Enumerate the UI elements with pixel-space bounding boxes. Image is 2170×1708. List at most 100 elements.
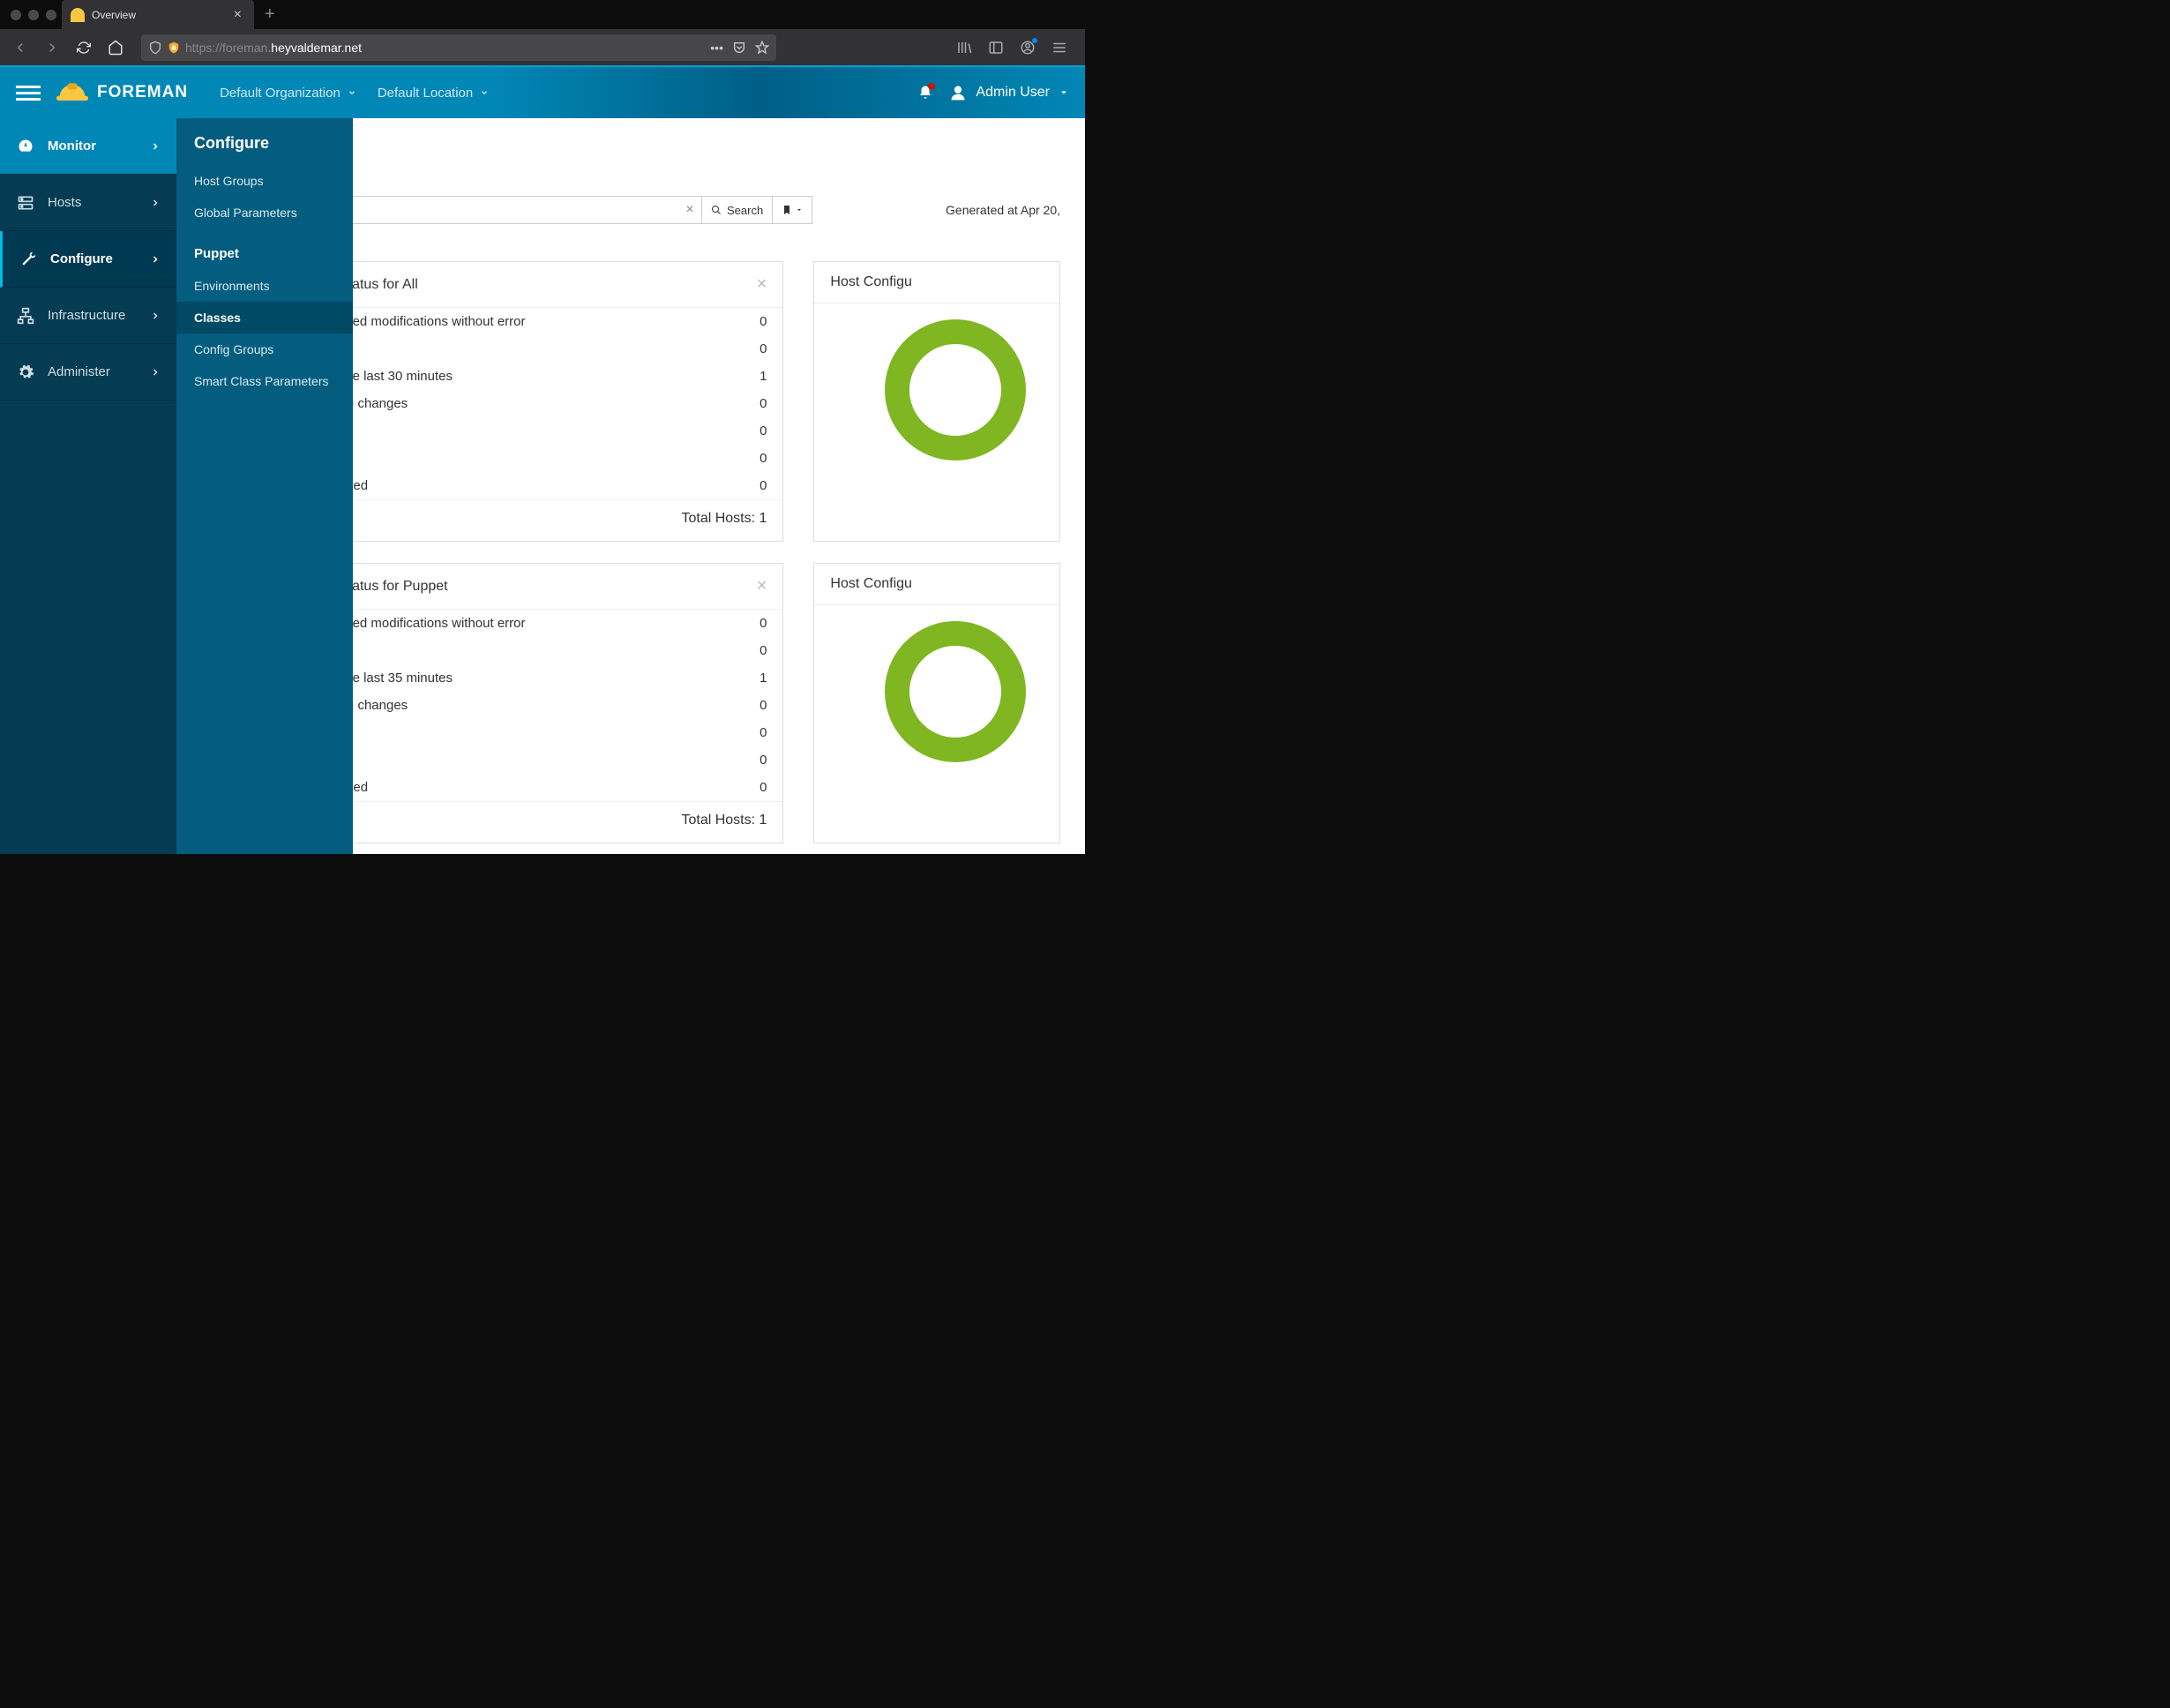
pocket-icon[interactable]: [732, 41, 746, 55]
caret-down-icon: [1059, 87, 1069, 98]
sidebar-item-administer[interactable]: Administer: [0, 344, 176, 401]
search-icon: [711, 205, 722, 215]
more-icon[interactable]: •••: [710, 41, 723, 55]
sidebar: Monitor Hosts Configure Infrastructure A…: [0, 118, 176, 854]
shield-icon[interactable]: [148, 41, 162, 55]
status-value: 1: [760, 369, 767, 384]
status-value: 0: [760, 698, 767, 713]
status-value: 0: [760, 478, 767, 493]
chevron-right-icon: [150, 367, 161, 378]
status-value: 0: [760, 616, 767, 631]
chevron-right-icon: [150, 311, 161, 321]
sidebar-icon[interactable]: [984, 36, 1007, 59]
browser-chrome: Overview × + https://foreman.heyva: [0, 0, 1085, 65]
sidebar-item-monitor[interactable]: Monitor: [0, 118, 176, 175]
status-value: 0: [760, 753, 767, 768]
maximize-window[interactable]: [46, 10, 56, 20]
search-button[interactable]: Search: [701, 197, 772, 223]
flyout-item-global-parameters[interactable]: Global Parameters: [176, 197, 353, 228]
panel-title: Host Configu: [830, 576, 912, 592]
panel-close-button[interactable]: ×: [757, 576, 767, 596]
url-bar[interactable]: https://foreman.heyvaldemar.net •••: [141, 34, 776, 61]
app: FOREMAN Default Organization Default Loc…: [0, 65, 1085, 854]
network-icon: [16, 307, 35, 325]
organization-dropdown[interactable]: Default Organization: [209, 86, 367, 101]
brand-name: FOREMAN: [97, 83, 188, 102]
configure-flyout: Configure Host Groups Global Parameters …: [176, 118, 353, 854]
bookmark-icon: [782, 205, 792, 215]
flyout-item-smart-class-parameters[interactable]: Smart Class Parameters: [176, 365, 353, 397]
home-button[interactable]: [102, 34, 129, 61]
sidebar-item-configure[interactable]: Configure: [0, 231, 176, 288]
status-value: 0: [760, 780, 767, 795]
tab-title: Overview: [92, 9, 136, 21]
sidebar-label: Infrastructure: [48, 308, 125, 323]
sidebar-label: Monitor: [48, 139, 96, 154]
flyout-title: Configure: [176, 118, 353, 165]
account-icon[interactable]: [1016, 36, 1039, 59]
donut-chart: [885, 621, 1026, 762]
sidebar-item-infrastructure[interactable]: Infrastructure: [0, 288, 176, 344]
toolbar-right: [953, 36, 1078, 59]
panel-chart-puppet: Host Configu: [813, 563, 1060, 843]
browser-tab[interactable]: Overview ×: [62, 0, 254, 29]
status-value: 0: [760, 341, 767, 356]
status-value: 0: [760, 725, 767, 740]
sidebar-item-hosts[interactable]: Hosts: [0, 175, 176, 231]
bookmark-dropdown[interactable]: [772, 197, 812, 223]
status-value: 0: [760, 643, 767, 658]
flyout-item-host-groups[interactable]: Host Groups: [176, 165, 353, 197]
chevron-right-icon: [150, 254, 161, 265]
location-dropdown[interactable]: Default Location: [367, 86, 499, 101]
panel-title: Host Configu: [830, 274, 912, 290]
tab-close-button[interactable]: ×: [230, 7, 245, 23]
library-icon[interactable]: [953, 36, 976, 59]
flyout-item-environments[interactable]: Environments: [176, 270, 353, 302]
sidebar-label: Configure: [50, 251, 113, 266]
reload-button[interactable]: [71, 34, 97, 61]
wrench-icon: [19, 251, 38, 268]
brand-logo[interactable]: FOREMAN: [56, 81, 188, 104]
favicon-icon: [71, 8, 85, 22]
status-value: 0: [760, 451, 767, 466]
star-icon[interactable]: [755, 41, 769, 55]
app-header: FOREMAN Default Organization Default Loc…: [0, 65, 1085, 118]
clear-search-button[interactable]: ×: [678, 197, 701, 223]
caret-down-icon: [796, 206, 803, 214]
flyout-item-config-groups[interactable]: Config Groups: [176, 333, 353, 365]
url-text: https://foreman.heyvaldemar.net: [185, 41, 710, 55]
notifications-button[interactable]: [917, 85, 933, 101]
gear-icon: [16, 363, 35, 381]
header-right: Admin User: [917, 84, 1069, 101]
panel-close-button[interactable]: ×: [757, 274, 767, 295]
window-controls: [11, 10, 56, 20]
titlebar: Overview × +: [0, 0, 1085, 29]
chevron-right-icon: [150, 141, 161, 152]
browser-toolbar: https://foreman.heyvaldemar.net •••: [0, 29, 1085, 65]
status-value: 0: [760, 423, 767, 438]
status-value: 1: [760, 670, 767, 685]
url-actions: •••: [710, 41, 769, 55]
generated-timestamp: Generated at Apr 20,: [946, 203, 1060, 217]
forward-button[interactable]: [39, 34, 65, 61]
minimize-window[interactable]: [28, 10, 39, 20]
back-button[interactable]: [7, 34, 34, 61]
status-value: 0: [760, 314, 767, 329]
notification-dot: [928, 83, 935, 90]
chevron-right-icon: [150, 198, 161, 208]
hardhat-icon: [56, 81, 88, 104]
user-menu[interactable]: Admin User: [949, 84, 1069, 101]
server-icon: [16, 194, 35, 212]
sidebar-label: Administer: [48, 364, 110, 379]
flyout-item-classes[interactable]: Classes: [176, 302, 353, 333]
donut-chart: [885, 319, 1026, 461]
hamburger-button[interactable]: [16, 86, 41, 101]
user-icon: [949, 84, 967, 101]
sidebar-label: Hosts: [48, 195, 81, 210]
close-window[interactable]: [11, 10, 21, 20]
lock-icon[interactable]: [168, 41, 180, 54]
status-value: 0: [760, 396, 767, 411]
new-tab-button[interactable]: +: [254, 4, 286, 25]
panel-chart-all: Host Configu: [813, 261, 1060, 542]
menu-icon[interactable]: [1048, 36, 1071, 59]
